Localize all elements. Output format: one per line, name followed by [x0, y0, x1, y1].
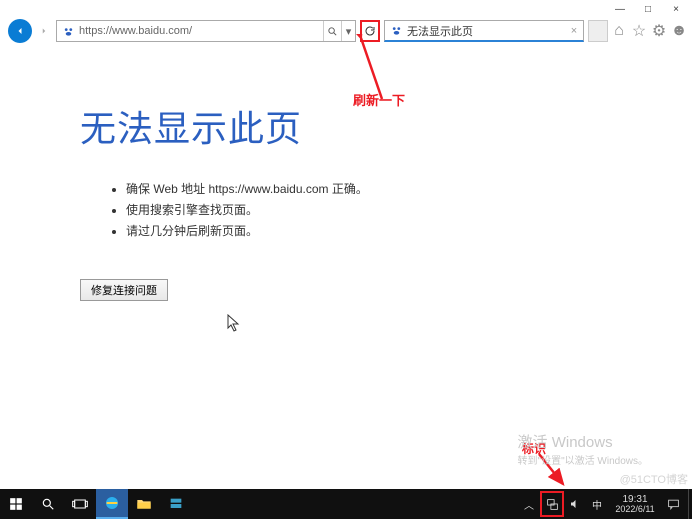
- url-dropdown-icon[interactable]: ▾: [341, 21, 355, 41]
- browser-tab[interactable]: 无法显示此页 ×: [384, 20, 584, 42]
- system-tray: ︿ 中 19:31 2022/6/11: [518, 489, 692, 519]
- error-page: 无法显示此页 确保 Web 地址 https://www.baidu.com 正…: [0, 44, 692, 301]
- url-text: https://www.baidu.com/: [79, 25, 323, 37]
- watermark-title: 激活 Windows: [518, 431, 648, 452]
- watermark-sub: 转到"设置"以激活 Windows。: [518, 452, 648, 467]
- blog-watermark: @51CTO博客: [620, 471, 688, 487]
- ie-taskbar-icon[interactable]: [96, 489, 128, 519]
- mouse-cursor-icon: [227, 314, 241, 332]
- forward-button[interactable]: [36, 22, 52, 40]
- favorites-icon[interactable]: ☆: [632, 24, 646, 38]
- file-explorer-icon[interactable]: [128, 489, 160, 519]
- server-manager-icon[interactable]: [160, 489, 192, 519]
- windows-taskbar: ︿ 中 19:31 2022/6/11: [0, 489, 692, 519]
- list-item: 使用搜索引擎查找页面。: [126, 201, 692, 218]
- windows-activation-watermark: 激活 Windows 转到"设置"以激活 Windows。: [518, 431, 648, 467]
- search-icon[interactable]: [323, 21, 341, 41]
- action-center-icon[interactable]: [662, 498, 684, 511]
- baidu-favicon-icon: [61, 24, 75, 38]
- url-input[interactable]: https://www.baidu.com/ ▾: [56, 20, 356, 42]
- network-disconnected-icon[interactable]: [540, 491, 564, 517]
- search-button[interactable]: [32, 489, 64, 519]
- clock-time: 19:31: [608, 494, 662, 505]
- fix-connection-button[interactable]: 修复连接问题: [80, 279, 168, 301]
- list-item: 请过几分钟后刷新页面。: [126, 222, 692, 239]
- list-item: 确保 Web 地址 https://www.baidu.com 正确。: [126, 180, 692, 197]
- home-icon[interactable]: ⌂: [612, 24, 626, 38]
- browser-toolbar-right: ⌂ ☆ ⚙ ☻: [612, 24, 686, 38]
- volume-icon[interactable]: [564, 498, 586, 510]
- address-bar-row: https://www.baidu.com/ ▾ 无法显示此页 × ⌂ ☆ ⚙ …: [0, 18, 692, 44]
- maximize-button[interactable]: □: [642, 3, 654, 15]
- tab-close-icon[interactable]: ×: [565, 25, 583, 37]
- back-button[interactable]: [8, 19, 32, 43]
- gear-icon[interactable]: ⚙: [652, 24, 666, 38]
- ime-indicator[interactable]: 中: [586, 497, 608, 512]
- minimize-button[interactable]: —: [614, 3, 626, 15]
- tab-title: 无法显示此页: [407, 23, 565, 39]
- close-button[interactable]: ×: [670, 3, 682, 15]
- tab-favicon-icon: [389, 24, 403, 38]
- window-titlebar: — □ ×: [0, 0, 692, 18]
- suggestion-list: 确保 Web 地址 https://www.baidu.com 正确。 使用搜索…: [80, 180, 692, 239]
- annotation-text-refresh: 刷新一下: [353, 90, 405, 109]
- new-tab-button[interactable]: [588, 20, 608, 42]
- show-desktop-button[interactable]: [688, 489, 692, 519]
- start-button[interactable]: [0, 489, 32, 519]
- task-view-button[interactable]: [64, 489, 96, 519]
- clock-date: 2022/6/11: [608, 505, 662, 515]
- clock[interactable]: 19:31 2022/6/11: [608, 494, 662, 515]
- refresh-button[interactable]: [360, 20, 380, 42]
- feedback-smile-icon[interactable]: ☻: [672, 24, 686, 38]
- tray-chevron-icon[interactable]: ︿: [518, 497, 540, 512]
